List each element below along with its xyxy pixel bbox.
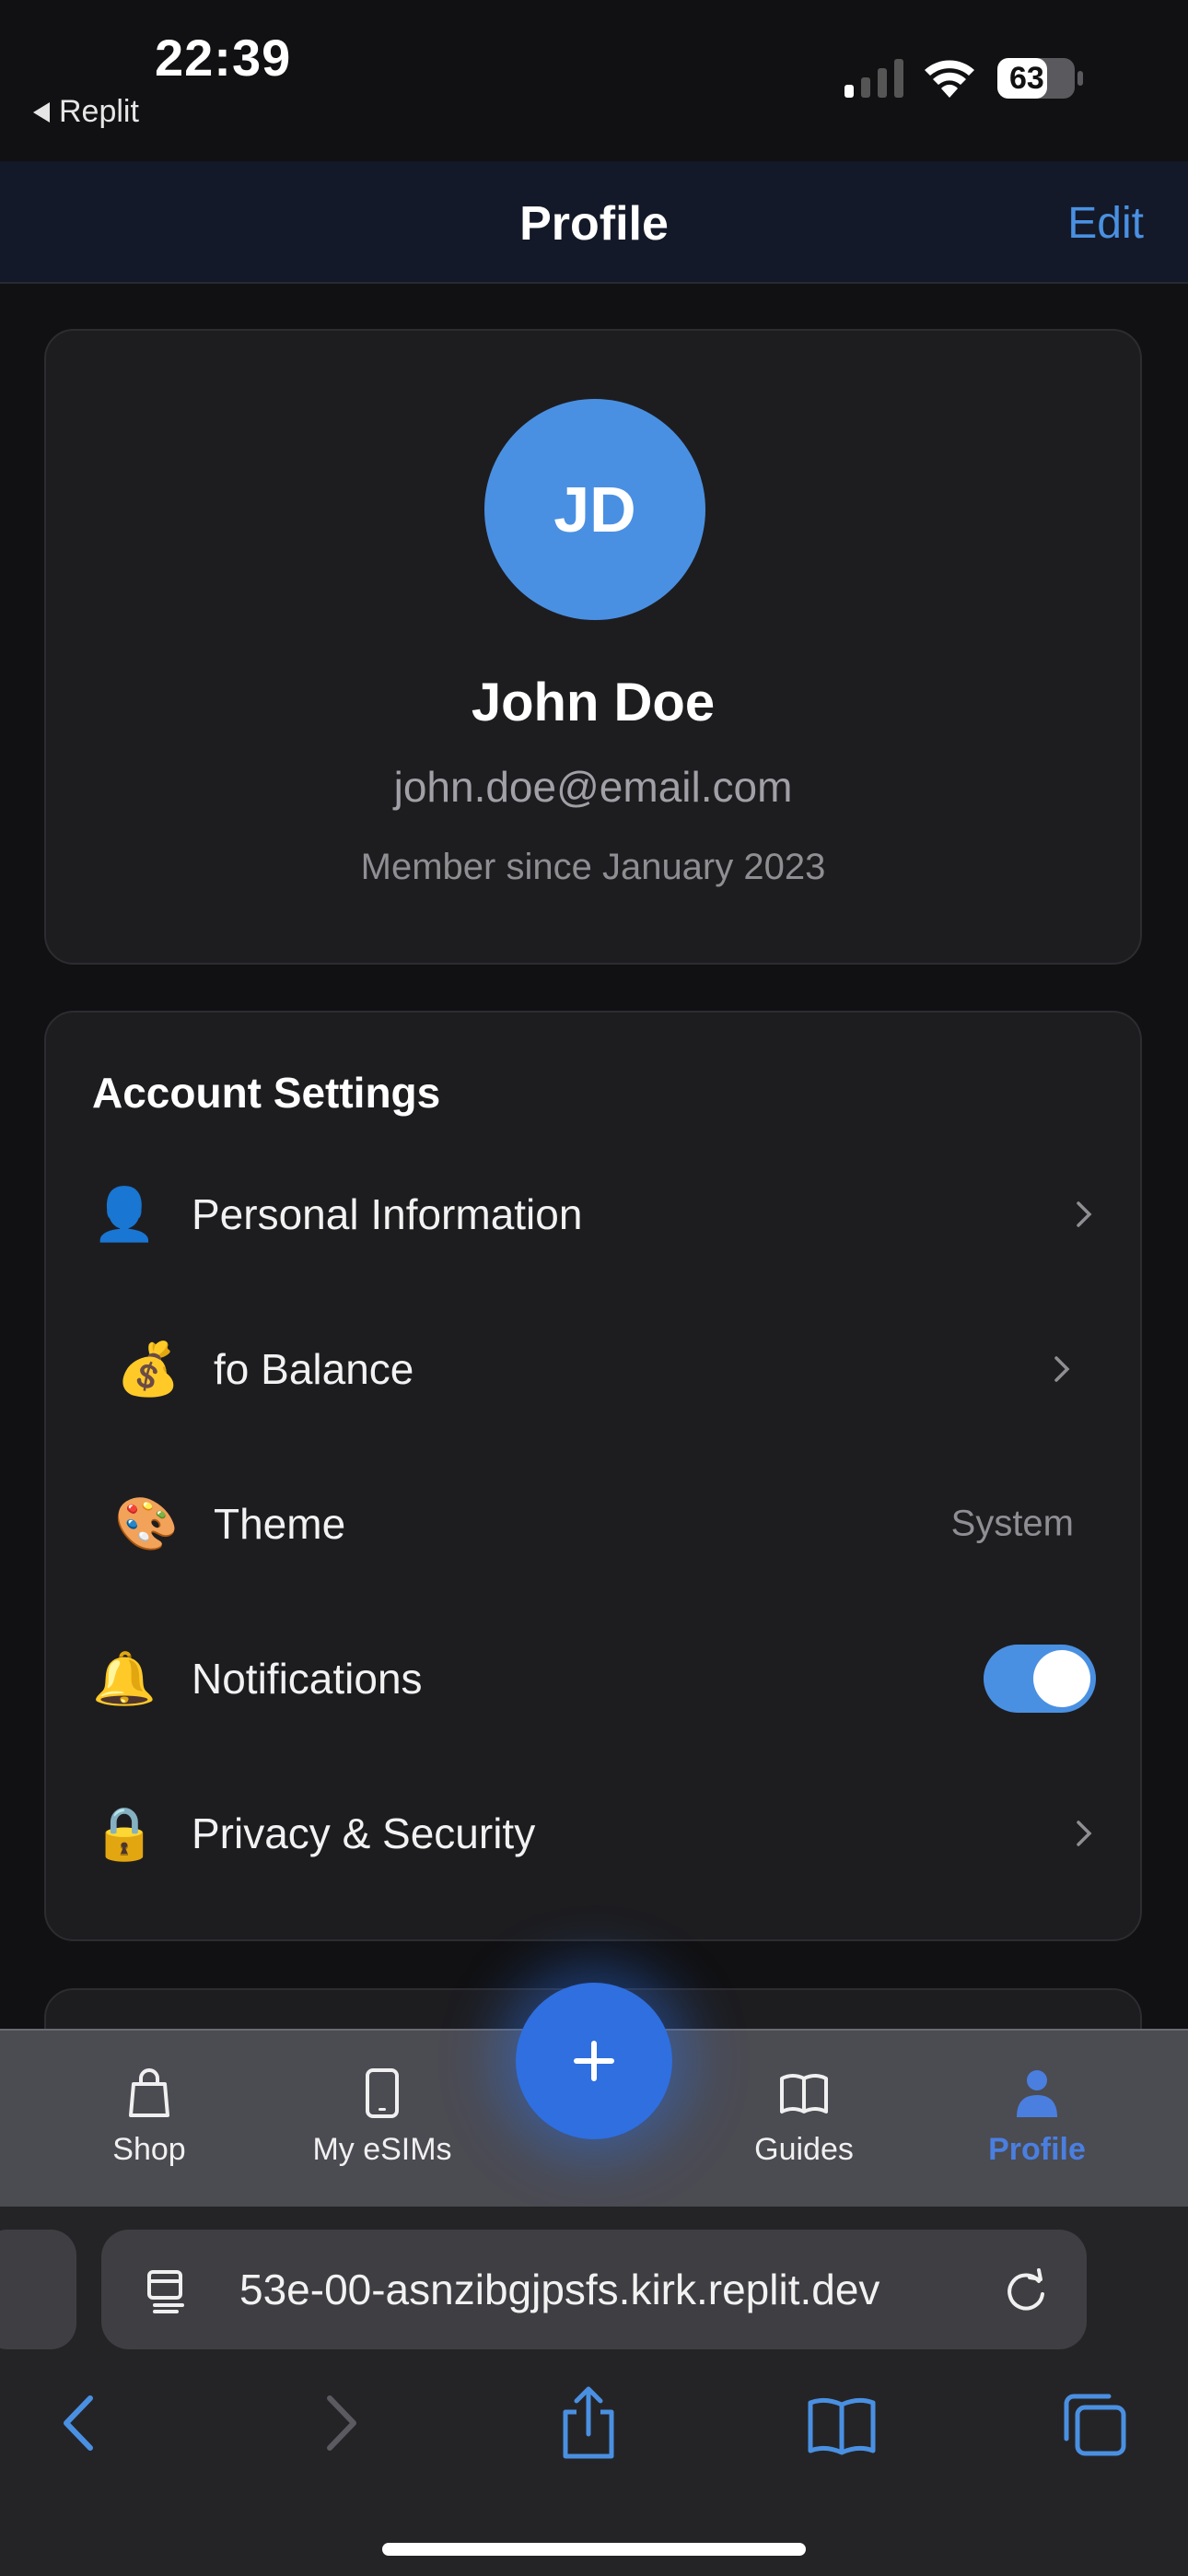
- phone-icon: [366, 2068, 399, 2118]
- avatar[interactable]: JD: [484, 399, 705, 620]
- bell-icon: 🔔: [92, 1649, 157, 1707]
- home-indicator[interactable]: [382, 2543, 806, 2556]
- profile-name: John Doe: [471, 673, 716, 732]
- tab-profile[interactable]: Profile: [926, 2067, 1147, 2168]
- settings-item-label: Theme: [214, 1500, 346, 1548]
- shopping-bag-icon: [129, 2068, 169, 2117]
- palette-icon: 🎨: [114, 1494, 179, 1552]
- money-bag-icon: 💰: [116, 1340, 181, 1398]
- tabs-overview-icon[interactable]: [1061, 2391, 1127, 2457]
- tab-label: Guides: [754, 2132, 854, 2167]
- settings-item-notifications: 🔔 Notifications: [46, 1601, 1140, 1756]
- settings-item-balance[interactable]: 💰 fo Balance: [46, 1292, 1140, 1446]
- battery-indicator: 63: [996, 57, 1085, 100]
- tab-shop[interactable]: Shop: [39, 2067, 260, 2168]
- reader-mode-icon[interactable]: [146, 2268, 192, 2314]
- browser-chrome: 53e-00-asnzibgjpsfs.kirk.replit.dev: [0, 2207, 1188, 2576]
- tab-guides[interactable]: Guides: [693, 2067, 914, 2168]
- section-heading: Account Settings: [92, 1069, 441, 1117]
- toggle-knob: [1033, 1650, 1090, 1707]
- share-icon[interactable]: [558, 2386, 619, 2460]
- settings-item-label: fo Balance: [214, 1345, 414, 1393]
- chevron-right-icon: [1077, 1201, 1092, 1227]
- tab-my-esims[interactable]: My eSIMs: [272, 2067, 493, 2168]
- chevron-right-icon: [1054, 1356, 1070, 1382]
- back-triangle-icon: [33, 101, 50, 123]
- bookmarks-icon[interactable]: [807, 2395, 877, 2456]
- battery-level: 63: [1009, 61, 1044, 96]
- wifi-icon: [925, 60, 974, 98]
- profile-card: JD John Doe john.doe@email.com Member si…: [44, 329, 1142, 965]
- settings-item-privacy-security[interactable]: 🔒 Privacy & Security: [46, 1756, 1140, 1911]
- settings-item-label: Notifications: [192, 1655, 423, 1703]
- edit-button[interactable]: Edit: [1067, 198, 1144, 249]
- status-bar: 22:39 Replit 63: [0, 0, 1188, 161]
- member-since: Member since January 2023: [360, 847, 826, 887]
- profile-email: john.doe@email.com: [393, 763, 793, 811]
- forward-arrow-icon[interactable]: [317, 2391, 363, 2455]
- previous-tab-preview[interactable]: [0, 2230, 76, 2349]
- settings-item-label: Personal Information: [192, 1190, 583, 1238]
- notifications-toggle[interactable]: [984, 1645, 1096, 1713]
- back-arrow-icon[interactable]: [57, 2391, 103, 2455]
- page-title: Profile: [519, 197, 669, 251]
- nav-header: Profile Edit: [0, 161, 1188, 284]
- plus-icon: [574, 2041, 614, 2081]
- url-text: 53e-00-asnzibgjpsfs.kirk.replit.dev: [239, 2266, 880, 2313]
- book-icon: [780, 2074, 828, 2113]
- tab-label: My eSIMs: [312, 2132, 452, 2167]
- profile-screen: 22:39 Replit 63 Profile Edit JD John Doe…: [0, 0, 1188, 2576]
- cellular-signal-icon: [844, 59, 903, 98]
- address-bar[interactable]: 53e-00-asnzibgjpsfs.kirk.replit.dev: [101, 2230, 1087, 2349]
- tab-label: Shop: [112, 2132, 186, 2167]
- account-settings-card: Account Settings 👤 Personal Information …: [44, 1011, 1142, 1941]
- status-time: 22:39: [155, 29, 292, 87]
- settings-item-personal-information[interactable]: 👤 Personal Information: [46, 1137, 1140, 1292]
- person-icon: 👤: [92, 1185, 157, 1243]
- settings-item-label: Privacy & Security: [192, 1809, 536, 1857]
- back-app-label: Replit: [59, 94, 139, 129]
- person-icon: [1017, 2070, 1057, 2117]
- reload-icon[interactable]: [1002, 2266, 1050, 2314]
- settings-item-theme[interactable]: 🎨 Theme System: [46, 1446, 1140, 1601]
- add-button[interactable]: [516, 1983, 672, 2139]
- back-to-app-link[interactable]: Replit: [33, 94, 139, 130]
- chevron-right-icon: [1077, 1821, 1092, 1846]
- lock-icon: 🔒: [92, 1804, 157, 1862]
- tab-label: Profile: [988, 2132, 1086, 2167]
- theme-value: System: [950, 1503, 1074, 1544]
